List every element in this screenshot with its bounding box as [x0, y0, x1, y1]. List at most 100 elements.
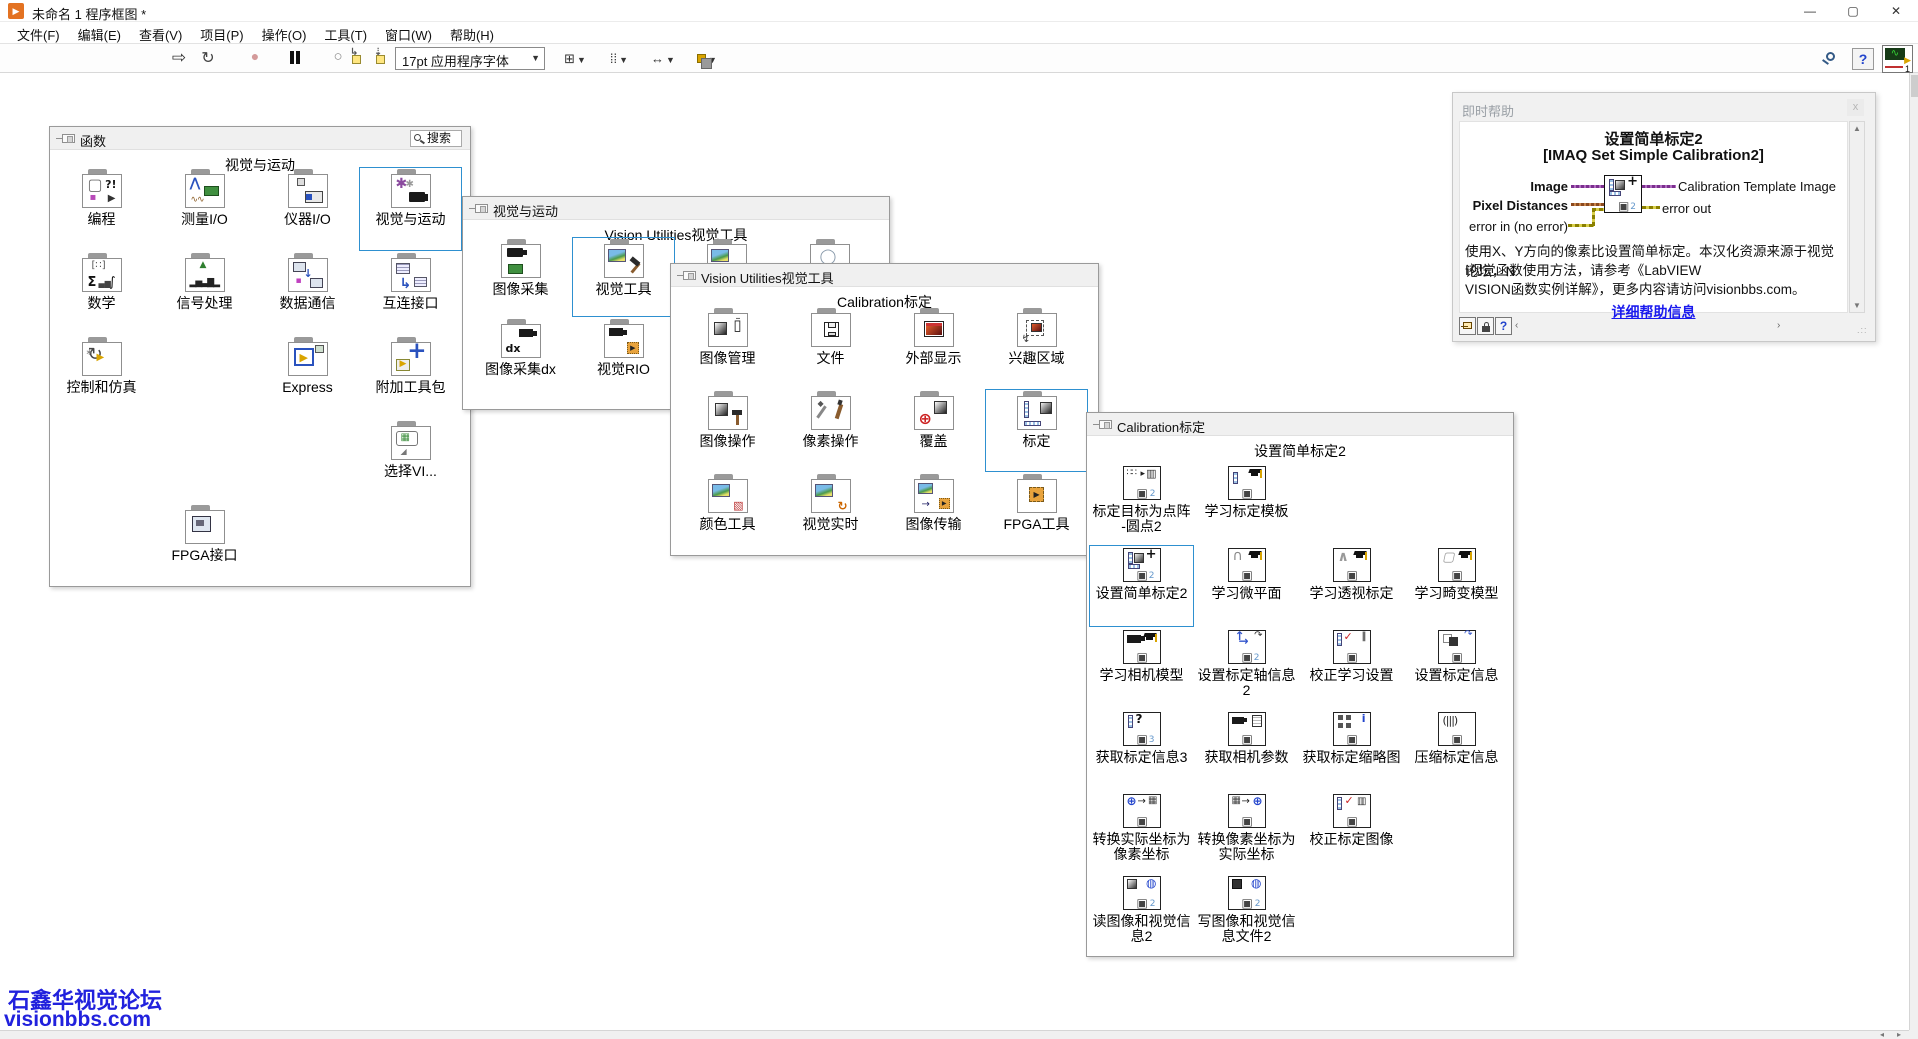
- read-image-vision-info-item[interactable]: ◍▣2读图像和视觉信 息2: [1089, 873, 1194, 955]
- reorder-objects-dropdown[interactable]: ▼: [688, 47, 726, 70]
- lock-help-button[interactable]: [1477, 317, 1494, 335]
- distribute-objects-dropdown[interactable]: ⁞⁞▼: [600, 47, 638, 70]
- external-display-item[interactable]: 外部显示: [882, 306, 985, 389]
- fpga-interface-item[interactable]: FPGA接口: [153, 503, 256, 587]
- show-optional-terminals-button[interactable]: [1459, 317, 1476, 335]
- calibration-palette: Calibration标定 设置简单标定2 ∷∷▸▥▣2标定目标为点阵 -圆点2…: [1086, 412, 1514, 957]
- correction-learn-setup-item[interactable]: ✓‖▣校正学习设置: [1299, 627, 1404, 709]
- palette-item-label: Express: [257, 380, 358, 395]
- measurement-io-item[interactable]: ⋀∿∿测量I/O: [153, 167, 256, 251]
- run-continuous-button[interactable]: ↻: [196, 48, 220, 68]
- get-calib-info3-item[interactable]: ?▣3获取标定信息3: [1089, 709, 1194, 791]
- resize-grip[interactable]: .::: [1857, 325, 1868, 335]
- vi-icon[interactable]: ∿▶1: [1882, 45, 1913, 73]
- learn-calib-template-item[interactable]: ▣学习标定模板: [1194, 463, 1299, 545]
- get-camera-params-item[interactable]: ▣获取相机参数: [1194, 709, 1299, 791]
- step-into-button[interactable]: ⇣: [376, 51, 396, 64]
- vision-rio-item[interactable]: ▶视觉RIO: [572, 317, 675, 397]
- palette-item-label: 图像采集: [470, 282, 571, 297]
- set-calib-axis-item[interactable]: ↑→↷▣2设置标定轴信息 2: [1194, 627, 1299, 709]
- instrument-io-item[interactable]: 仪器I/O: [256, 167, 359, 251]
- connectivity-item[interactable]: ↳互连接口: [359, 251, 462, 335]
- scroll-down-icon[interactable]: ▼: [1853, 301, 1861, 310]
- menu-item[interactable]: 操作(O): [253, 22, 316, 44]
- image-transfer-icon: →▶: [914, 479, 954, 513]
- menu-item[interactable]: 工具(T): [315, 22, 376, 44]
- math-item[interactable]: [∷]Σ∫▄▆数学: [50, 251, 153, 335]
- write-image-vision-info-item[interactable]: ◍▣2写图像和视觉信 息文件2: [1194, 873, 1299, 955]
- palette-item-label: 视觉工具: [573, 282, 674, 297]
- abort-button[interactable]: ●: [244, 48, 266, 68]
- fpga-tools-item[interactable]: ▶FPGA工具: [985, 472, 1088, 555]
- vision-rt-item[interactable]: ↻视觉实时: [779, 472, 882, 555]
- palette-item-label: 设置标定轴信息 2: [1195, 668, 1298, 698]
- control-sim-item[interactable]: ↻▶∗控制和仿真: [50, 335, 153, 419]
- set-calib-info-item[interactable]: ↷▣设置标定信息: [1404, 627, 1509, 709]
- detailed-help-button[interactable]: ?: [1495, 317, 1512, 335]
- learn-microplane-item[interactable]: ∩▣学习微平面: [1194, 545, 1299, 627]
- menu-item[interactable]: 窗口(W): [376, 22, 441, 44]
- scroll-left-icon[interactable]: ‹: [1515, 320, 1518, 331]
- express-item[interactable]: ▶Express: [256, 335, 359, 419]
- minimize-button[interactable]: —: [1790, 0, 1830, 22]
- get-calib-thumb-item[interactable]: i▣获取标定缩略图: [1299, 709, 1404, 791]
- help-bottom-bar: ? ‹ › .::: [1459, 317, 1865, 337]
- image-management-item[interactable]: ▯–图像管理: [676, 306, 779, 389]
- roi-item[interactable]: ↯兴趣区域: [985, 306, 1088, 389]
- image-transfer-item[interactable]: →▶图像传输: [882, 472, 985, 555]
- help-vertical-scrollbar[interactable]: ▲ ▼: [1849, 121, 1865, 313]
- math-icon: [∷]Σ∫▄▆: [82, 258, 122, 292]
- vertical-scrollbar[interactable]: [1909, 73, 1918, 1030]
- correct-calib-image-item[interactable]: ✓▥▣校正标定图像: [1299, 791, 1404, 873]
- context-help-button[interactable]: ?: [1852, 48, 1874, 70]
- pause-button[interactable]: [286, 48, 304, 68]
- calibration-item[interactable]: 标定: [985, 389, 1088, 472]
- menu-item[interactable]: 项目(P): [191, 22, 252, 44]
- maximize-button[interactable]: ▢: [1833, 0, 1873, 22]
- addons-item[interactable]: +▶附加工具包: [359, 335, 462, 419]
- learn-perspective-item[interactable]: ∧▣学习透视标定: [1299, 545, 1404, 627]
- palette-item-label: 附加工具包: [360, 380, 461, 395]
- calib-target-dots-item[interactable]: ∷∷▸▥▣2标定目标为点阵 -圆点2: [1089, 463, 1194, 545]
- retain-wire-values-button[interactable]: ↳: [352, 51, 372, 64]
- close-button[interactable]: ✕: [1876, 0, 1916, 22]
- learn-distortion-item[interactable]: ▢▣学习畸变模型: [1404, 545, 1509, 627]
- imaqdx-item[interactable]: dx图像采集dx: [469, 317, 572, 397]
- instrument-io-icon: [288, 174, 328, 208]
- menu-item[interactable]: 查看(V): [130, 22, 191, 44]
- scroll-right-icon[interactable]: ▸: [1897, 1030, 1901, 1039]
- vision-utilities-item[interactable]: 视觉工具: [572, 237, 675, 317]
- align-objects-dropdown[interactable]: ⊞▼: [556, 47, 594, 70]
- real-to-pixel-item[interactable]: ⊕→▦▣转换实际坐标为 像素坐标: [1089, 791, 1194, 873]
- image-acquisition-item[interactable]: 图像采集: [469, 237, 572, 317]
- search-icon[interactable]: [1822, 52, 1842, 68]
- set-simple-calib-item[interactable]: +▣2设置简单标定2: [1089, 545, 1194, 627]
- menu-item[interactable]: 文件(F): [8, 22, 69, 44]
- palette-item-label: 学习标定模板: [1195, 504, 1298, 519]
- vision-motion-item[interactable]: ✱✱视觉与运动: [359, 167, 462, 251]
- learn-camera-model-item[interactable]: ▣学习相机模型: [1089, 627, 1194, 709]
- file-item[interactable]: 文件: [779, 306, 882, 389]
- select-vi-item[interactable]: ▦◢选择VI...: [359, 419, 462, 503]
- highlight-execution-icon[interactable]: ○: [328, 48, 348, 68]
- scroll-left-icon[interactable]: ◂: [1880, 1030, 1884, 1039]
- compress-calib-info-item[interactable]: (|||)▣压缩标定信息: [1404, 709, 1509, 791]
- signal-processing-item[interactable]: ▲▂▅▃▇▂信号处理: [153, 251, 256, 335]
- resize-objects-dropdown[interactable]: ↔▼: [644, 47, 682, 70]
- menu-item[interactable]: 帮助(H): [441, 22, 503, 44]
- data-comm-item[interactable]: ↓▪数据通信: [256, 251, 359, 335]
- pixel-operation-item[interactable]: ◆像素操作: [779, 389, 882, 472]
- font-settings-select[interactable]: 17pt 应用程序字体▼: [395, 47, 545, 70]
- menu-item[interactable]: 编辑(E): [69, 22, 130, 44]
- overlay-item[interactable]: ⊕覆盖: [882, 389, 985, 472]
- scroll-right-icon[interactable]: ›: [1777, 320, 1780, 331]
- pixel-to-real-item[interactable]: ▦→⊕▣转换像素坐标为 实际坐标: [1194, 791, 1299, 873]
- horizontal-scrollbar[interactable]: ◂ ▸: [0, 1030, 1909, 1039]
- image-operation-item[interactable]: 图像操作: [676, 389, 779, 472]
- scroll-up-icon[interactable]: ▲: [1853, 124, 1861, 133]
- help-close-icon[interactable]: x: [1847, 99, 1864, 116]
- pixel-distances-wire: [1571, 203, 1604, 206]
- run-button[interactable]: ⇨: [168, 48, 190, 68]
- programming-item[interactable]: ▢?!▶▪编程: [50, 167, 153, 251]
- color-tools-item[interactable]: ▧颜色工具: [676, 472, 779, 555]
